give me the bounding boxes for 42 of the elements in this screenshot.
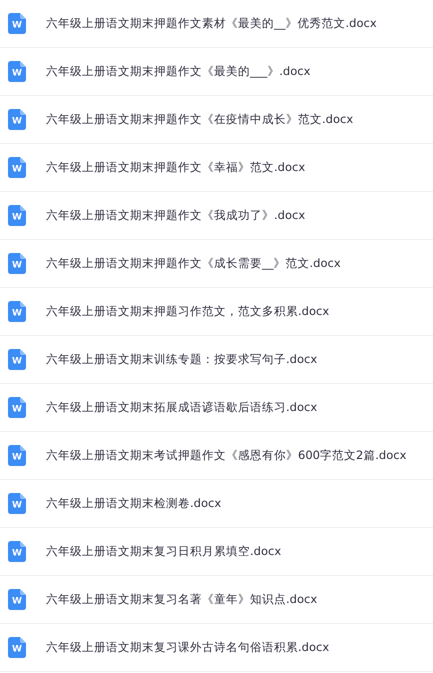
word-document-icon: W <box>8 301 26 322</box>
file-item[interactable]: W 六年级上册语文期末押题作文素材《最美的__》优秀范文.docx <box>0 0 433 48</box>
file-name: 六年级上册语文期末押题作文《在疫情中成长》范文.docx <box>46 112 354 127</box>
word-document-icon: W <box>8 589 26 610</box>
file-item[interactable]: W 六年级上册语文期末押题习作范文，范文多积累.docx <box>0 288 433 336</box>
word-document-icon: W <box>8 637 26 658</box>
file-item[interactable]: W 六年级上册语文期末押题作文《我成功了》.docx <box>0 192 433 240</box>
file-name: 六年级上册语文期末押题作文《幸福》范文.docx <box>46 160 306 175</box>
word-document-icon: W <box>8 445 26 466</box>
file-name: 六年级上册语文期末检测卷.docx <box>46 496 222 511</box>
file-item[interactable]: W 六年级上册语文期末检测卷.docx <box>0 480 433 528</box>
word-document-icon: W <box>8 157 26 178</box>
file-name: 六年级上册语文期末押题作文素材《最美的__》优秀范文.docx <box>46 16 377 31</box>
file-item[interactable]: W 六年级上册语文期末押题作文《成长需要__》范文.docx <box>0 240 433 288</box>
word-document-icon: W <box>8 349 26 370</box>
file-item[interactable]: W 六年级上册语文期末押题作文《幸福》范文.docx <box>0 144 433 192</box>
file-name: 六年级上册语文期末押题作文《最美的___》.docx <box>46 64 310 79</box>
file-item[interactable]: W 六年级上册语文期末押题作文《最美的___》.docx <box>0 48 433 96</box>
file-name: 六年级上册语文期末拓展成语谚语歇后语练习.docx <box>46 400 318 415</box>
word-document-icon: W <box>8 397 26 418</box>
word-document-icon: W <box>8 493 26 514</box>
file-item[interactable]: W 六年级上册语文期末拓展成语谚语歇后语练习.docx <box>0 384 433 432</box>
file-item[interactable]: W 六年级上册语文期末押题作文《在疫情中成长》范文.docx <box>0 96 433 144</box>
word-document-icon: W <box>8 253 26 274</box>
word-document-icon: W <box>8 13 26 34</box>
file-name: 六年级上册语文期末训练专题：按要求写句子.docx <box>46 352 318 367</box>
file-item[interactable]: W 六年级上册语文期末复习课外古诗名句俗语积累.docx <box>0 624 433 672</box>
file-name: 六年级上册语文期末复习日积月累填空.docx <box>46 544 282 559</box>
file-name: 六年级上册语文期末复习课外古诗名句俗语积累.docx <box>46 640 330 655</box>
file-item[interactable]: W 六年级上册语文期末复习日积月累填空.docx <box>0 528 433 576</box>
file-name: 六年级上册语文期末押题作文《我成功了》.docx <box>46 208 306 223</box>
word-document-icon: W <box>8 205 26 226</box>
file-item[interactable]: W 六年级上册语文期末复习名著《童年》知识点.docx <box>0 576 433 624</box>
word-document-icon: W <box>8 61 26 82</box>
word-document-icon: W <box>8 109 26 130</box>
file-name: 六年级上册语文期末考试押题作文《感恩有你》600字范文2篇.docx <box>46 448 406 463</box>
file-item[interactable]: W 六年级上册语文期末考试押题作文《感恩有你》600字范文2篇.docx <box>0 432 433 480</box>
word-document-icon: W <box>8 541 26 562</box>
file-name: 六年级上册语文期末复习名著《童年》知识点.docx <box>46 592 318 607</box>
file-item[interactable]: W 六年级上册语文期末训练专题：按要求写句子.docx <box>0 336 433 384</box>
file-name: 六年级上册语文期末押题作文《成长需要__》范文.docx <box>46 256 341 271</box>
file-name: 六年级上册语文期末押题习作范文，范文多积累.docx <box>46 304 330 319</box>
